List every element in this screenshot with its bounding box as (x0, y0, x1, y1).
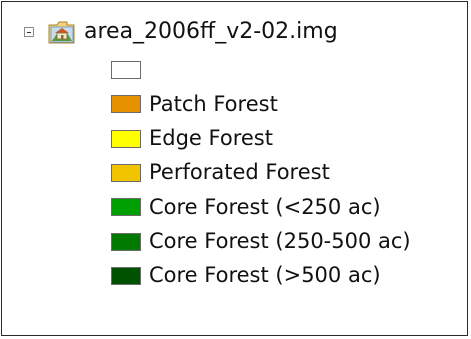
raster-layer-icon (48, 21, 75, 44)
legend-item: Core Forest (250-500 ac) (111, 227, 411, 257)
legend-label: Edge Forest (149, 126, 273, 151)
legend-swatch (111, 129, 141, 148)
legend-swatch (111, 95, 141, 114)
legend-item: Core Forest (>500 ac) (111, 261, 381, 291)
collapse-minus-icon[interactable] (24, 27, 34, 37)
legend-item (111, 55, 149, 85)
table-of-contents-panel: area_2006ff_v2-02.img Patch Forest Edge F… (1, 1, 468, 336)
legend-label: Patch Forest (149, 91, 278, 116)
legend-swatch (111, 163, 141, 182)
legend-item: Perforated Forest (111, 158, 330, 188)
legend-swatch (111, 232, 141, 251)
layer-entry[interactable]: area_2006ff_v2-02.img (24, 16, 338, 48)
legend-swatch (111, 198, 141, 217)
legend-item: Core Forest (<250 ac) (111, 192, 381, 222)
legend-item: Patch Forest (111, 89, 278, 119)
legend-label: Perforated Forest (149, 160, 330, 185)
legend-label: Core Forest (>500 ac) (149, 263, 381, 288)
legend-swatch (111, 266, 141, 285)
legend-label: Core Forest (<250 ac) (149, 194, 381, 219)
legend-swatch (111, 61, 141, 79)
legend-item: Edge Forest (111, 124, 273, 154)
legend-label: Core Forest (250-500 ac) (149, 229, 411, 253)
layer-name[interactable]: area_2006ff_v2-02.img (84, 21, 338, 43)
